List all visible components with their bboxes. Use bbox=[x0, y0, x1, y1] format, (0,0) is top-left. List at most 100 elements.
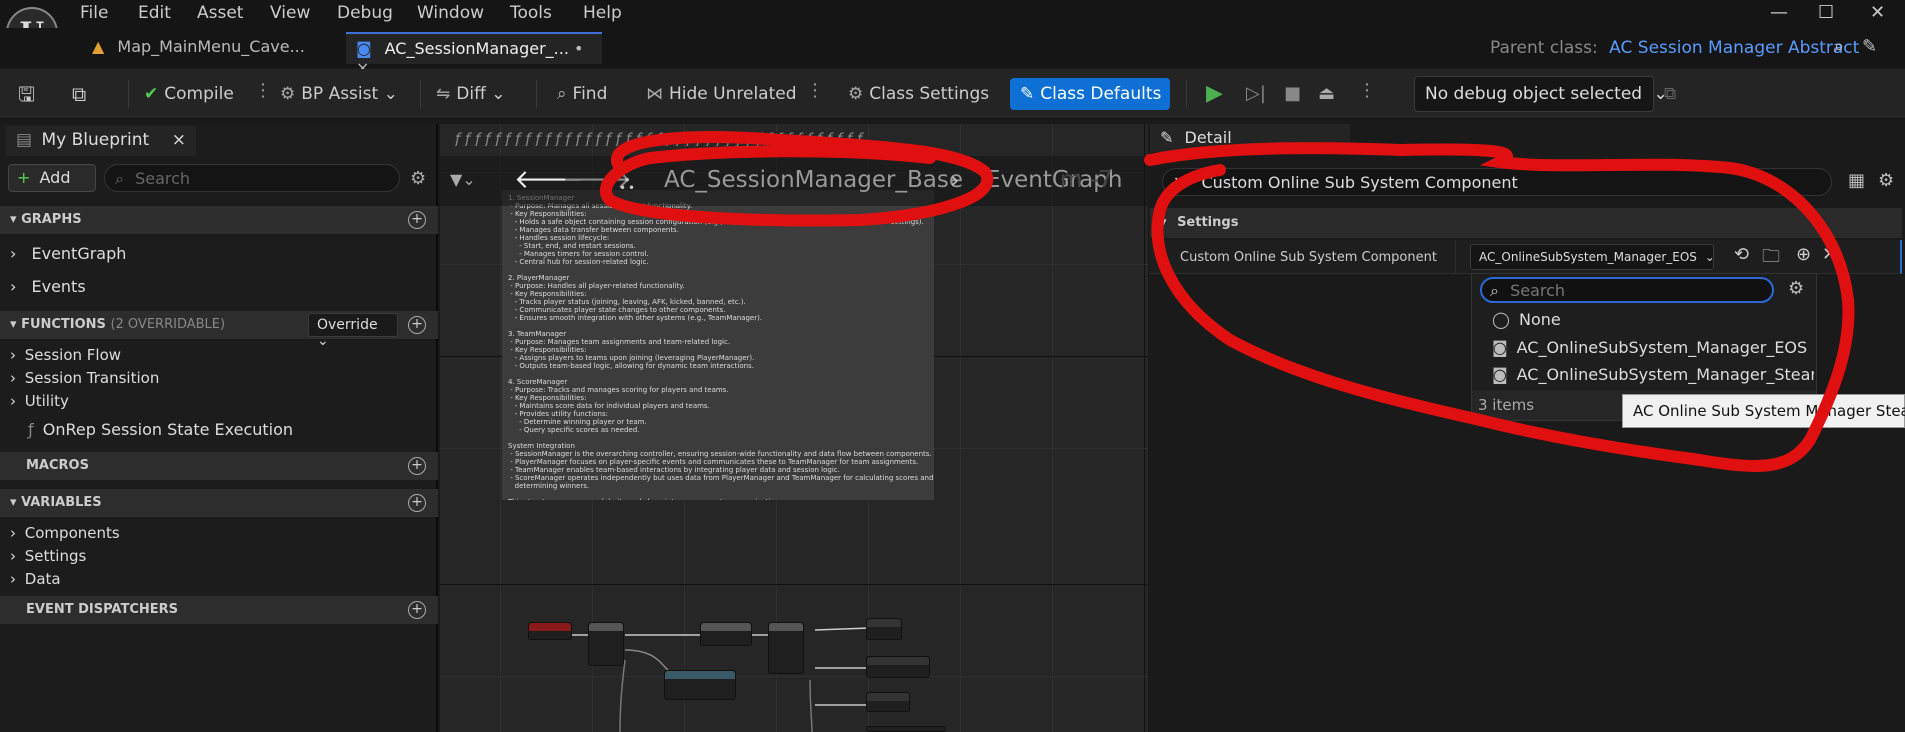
use-selected-icon[interactable]: ⟲ bbox=[1734, 244, 1749, 265]
menu-asset[interactable]: Asset bbox=[197, 3, 243, 23]
my-blueprint-tab[interactable]: ▤ My Blueprint × bbox=[6, 126, 196, 156]
graph-item-eventgraph[interactable]: › EventGraph bbox=[10, 244, 126, 263]
macros-header[interactable]: MACROS bbox=[0, 452, 438, 480]
details-tab[interactable]: ✎ Detail bbox=[1150, 124, 1350, 152]
class-picker-search-input[interactable]: ⌕ Search bbox=[1480, 277, 1774, 303]
clear-value-icon[interactable]: ✕ bbox=[1822, 244, 1837, 265]
node-sequence-2[interactable] bbox=[768, 622, 804, 674]
node-try-get-custom-oss[interactable] bbox=[866, 726, 946, 732]
details-tab-label: Detail bbox=[1184, 128, 1232, 147]
settings-gear-icon[interactable]: ⚙ bbox=[1878, 170, 1894, 191]
close-icon[interactable]: × bbox=[172, 130, 186, 150]
eject-icon[interactable]: ⏏ bbox=[1318, 78, 1335, 110]
function-session-flow[interactable]: › Session Flow bbox=[10, 346, 121, 364]
node-try-get-player[interactable] bbox=[866, 656, 930, 678]
add-button[interactable]: + Add bbox=[8, 164, 96, 192]
edit-pencil-icon[interactable]: ✎ bbox=[1862, 36, 1877, 57]
debug-object-label: No debug object selected bbox=[1425, 84, 1643, 104]
variables-header[interactable]: ▾ VARIABLES bbox=[0, 489, 438, 517]
variable-category-components[interactable]: › Components bbox=[10, 524, 120, 542]
table-view-icon[interactable]: ▦ bbox=[1848, 170, 1865, 191]
close-window-icon[interactable]: ✕ bbox=[1870, 2, 1885, 23]
menu-file[interactable]: File bbox=[80, 3, 108, 23]
component-class-icon: ◙ bbox=[1492, 338, 1508, 357]
function-utility[interactable]: › Utility bbox=[10, 392, 69, 410]
add-macro-icon[interactable]: + bbox=[408, 457, 426, 475]
maximize-icon[interactable]: ☐ bbox=[1818, 2, 1834, 23]
dispatchers-header-label: EVENT DISPATCHERS bbox=[26, 602, 179, 617]
node-create-game-config[interactable] bbox=[866, 692, 910, 712]
more-options-icon[interactable]: ⋮ bbox=[806, 80, 824, 101]
play-icon[interactable]: ▶ bbox=[1206, 78, 1223, 110]
browse-icon[interactable]: ⧉ bbox=[72, 78, 86, 110]
add-function-icon[interactable]: + bbox=[408, 316, 426, 334]
menu-debug[interactable]: Debug bbox=[337, 3, 393, 23]
hide-unrelated-label: Hide Unrelated bbox=[669, 84, 797, 104]
node-event-beginplay[interactable] bbox=[528, 622, 572, 640]
debug-object-dropdown[interactable]: No debug object selected ⌄ bbox=[1414, 76, 1668, 112]
find-button[interactable]: ⌕ Find bbox=[557, 78, 607, 110]
breadcrumb-blueprint[interactable]: AC_SessionManager_Base bbox=[664, 167, 963, 193]
add-graph-icon[interactable]: + bbox=[408, 211, 426, 229]
compile-label: Compile bbox=[164, 84, 234, 104]
clear-search-icon[interactable]: ✕ bbox=[1173, 173, 1186, 192]
variable-category-settings[interactable]: › Settings bbox=[10, 547, 86, 565]
menu-help[interactable]: Help bbox=[583, 3, 622, 23]
tab-label: Map_MainMenu_Cave... bbox=[117, 37, 305, 56]
gear-icon: ⚙ bbox=[848, 84, 864, 104]
class-settings-button[interactable]: ⚙ Class Settings bbox=[848, 78, 989, 110]
override-dropdown[interactable]: Override ⌄ bbox=[308, 313, 398, 349]
add-icon[interactable]: ⊕ bbox=[1796, 244, 1811, 265]
diff-button[interactable]: ⇋ Diff ⌄ bbox=[436, 78, 505, 110]
class-defaults-button[interactable]: ✎ Class Defaults bbox=[1010, 78, 1170, 110]
option-eos[interactable]: ◙ AC_OnlineSubSystem_Manager_EOS bbox=[1492, 338, 1807, 357]
play-options-icon[interactable]: ⋮ bbox=[1358, 80, 1376, 101]
menu-tools[interactable]: Tools bbox=[510, 3, 552, 23]
compile-options-icon[interactable]: ⋮ bbox=[254, 80, 272, 101]
function-label: Session Flow bbox=[24, 346, 122, 364]
browse-folder-icon[interactable]: 🗀 bbox=[1762, 244, 1780, 274]
graphs-header[interactable]: ▾ GRAPHS bbox=[0, 206, 438, 234]
menu-window[interactable]: Window bbox=[417, 3, 484, 23]
bp-assist-button[interactable]: ⚙ BP Assist ⌄ bbox=[280, 78, 398, 110]
save-icon[interactable]: 🖫 bbox=[18, 78, 35, 110]
chevron-down-icon: ⌄ bbox=[1704, 250, 1715, 264]
tab-session-manager[interactable]: ◙ AC_SessionManager_... • × bbox=[346, 32, 602, 77]
function-session-transition[interactable]: › Session Transition bbox=[10, 369, 159, 387]
property-value-dropdown[interactable]: AC_OnlineSubSystem_Manager_EOS ⌄ bbox=[1470, 244, 1715, 270]
menu-view[interactable]: View bbox=[270, 3, 310, 23]
function-onrep-session-state[interactable]: ƒ OnRep Session State Execution bbox=[28, 420, 293, 439]
search-icon[interactable]: ⌕ bbox=[1834, 36, 1844, 57]
parent-class-link[interactable]: AC Session Manager Abstract bbox=[1609, 38, 1859, 58]
settings-gear-icon[interactable]: ⚙ bbox=[410, 168, 426, 189]
variable-category-data[interactable]: › Data bbox=[10, 570, 61, 588]
node-session-config[interactable] bbox=[866, 618, 902, 640]
step-icon[interactable]: ▷| bbox=[1246, 78, 1266, 110]
option-steam[interactable]: ◙ AC_OnlineSubSystem_Manager_Stear bbox=[1492, 365, 1814, 384]
compile-button[interactable]: ✔ Compile bbox=[144, 78, 234, 110]
details-search-input[interactable]: ✕ Custom Online Sub System Component bbox=[1162, 168, 1832, 196]
node-switch-has-authority[interactable] bbox=[700, 622, 752, 646]
node-sequence[interactable] bbox=[588, 622, 624, 666]
minimize-icon[interactable]: — bbox=[1770, 2, 1788, 23]
debug-filter-icon[interactable]: ⧉ bbox=[1664, 78, 1676, 110]
option-none[interactable]: ◯ None bbox=[1492, 310, 1561, 329]
blueprint-search-input[interactable]: ⌕ Search bbox=[104, 164, 400, 192]
find-icon: ⌕ bbox=[557, 84, 567, 104]
picker-settings-icon[interactable]: ⚙ bbox=[1788, 278, 1804, 299]
node-try-predefined-team-settings[interactable] bbox=[664, 670, 736, 700]
stop-icon[interactable]: ■ bbox=[1284, 78, 1301, 110]
tab-map-mainmenu[interactable]: ▲ Map_MainMenu_Cave... bbox=[82, 32, 322, 64]
level-icon: ▲ bbox=[92, 37, 105, 56]
menu-edit[interactable]: Edit bbox=[138, 3, 171, 23]
add-dispatcher-icon[interactable]: + bbox=[408, 601, 426, 619]
comment-box[interactable]: 1. SessionManager - Purpose: Manages all… bbox=[502, 190, 934, 500]
function-label: Utility bbox=[24, 392, 69, 410]
add-variable-icon[interactable]: + bbox=[408, 494, 426, 512]
option-label: AC_OnlineSubSystem_Manager_EOS bbox=[1516, 338, 1808, 357]
event-dispatchers-header[interactable]: EVENT DISPATCHERS bbox=[0, 596, 438, 624]
bookmark-icon[interactable]: ▼⌄ bbox=[450, 170, 476, 189]
graph-item-events[interactable]: › Events bbox=[10, 277, 86, 296]
hide-unrelated-button[interactable]: ⋈ Hide Unrelated bbox=[646, 78, 797, 110]
settings-section-header[interactable]: ▾ Settings bbox=[1150, 208, 1902, 238]
